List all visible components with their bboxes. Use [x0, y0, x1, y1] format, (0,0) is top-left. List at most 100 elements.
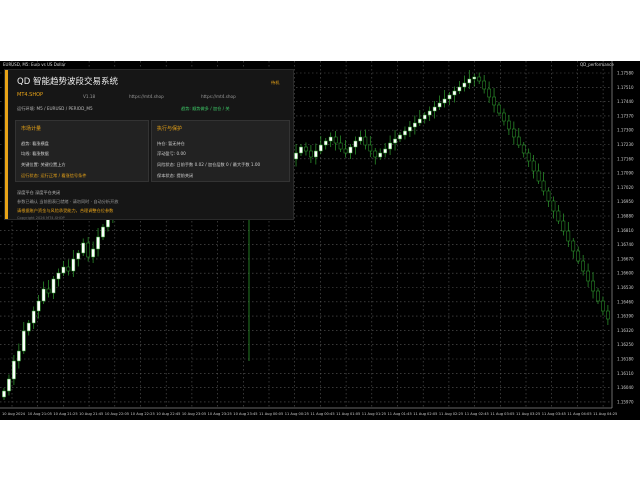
candle-body [17, 350, 21, 362]
candle-body [417, 118, 422, 124]
candle-body [363, 136, 368, 146]
candle-body [31, 310, 36, 324]
accent-bar [5, 70, 8, 219]
risk-warning: 请根据账户资金与风险承受能力，合理调整仓位参数 [17, 208, 114, 213]
price-label: 1.16460 [617, 299, 634, 304]
market-card-header: 市场计量 [21, 126, 42, 132]
dashboard-title: QD 智能趋势波段交易系统 [17, 77, 118, 87]
candle-body [101, 226, 105, 238]
candle-body [81, 242, 86, 254]
candle-body [86, 242, 91, 258]
candle-body [422, 114, 427, 120]
candle-body [398, 134, 402, 140]
price-label: 1.16950 [617, 199, 634, 204]
candle-body [7, 378, 11, 392]
website-link-secondary[interactable]: https://mt4.shop [201, 93, 236, 100]
candle-body [571, 240, 576, 252]
candle-body [576, 250, 581, 262]
candle-body [299, 146, 303, 154]
time-label: 10 Aug 22:05 [105, 412, 129, 416]
candle-body [512, 128, 516, 138]
price-label: 1.17370 [617, 113, 634, 118]
candle-body [96, 236, 100, 250]
time-label: 10 Aug 23:25 [208, 412, 232, 416]
candle-body [388, 142, 392, 150]
candle-body [487, 88, 491, 98]
candle-body [66, 266, 71, 272]
version-label: V1.18 [83, 94, 96, 99]
price-label: 1.16180 [617, 357, 634, 362]
candle-body [51, 278, 56, 294]
candle-body [432, 106, 437, 112]
candle-body [502, 112, 506, 122]
candle-body [556, 210, 561, 222]
candle-body [507, 120, 511, 130]
market-run-state: 运行状态: 运行正常 / 看涨信号条件 [21, 173, 87, 178]
candle-body [477, 76, 482, 82]
chart-window[interactable]: 1.17580 1.17510 1.17440 1.17370 1.17300 1.172… [0, 61, 640, 420]
candle-body [338, 142, 343, 150]
price-label: 1.16530 [617, 285, 634, 290]
candle-body [309, 150, 313, 158]
candle-body [323, 140, 328, 146]
market-trend: 趋势: 看涨横盘 [21, 141, 49, 146]
time-label: 11 Aug 00:05 [259, 412, 283, 416]
chart-title: EURUSD, M5: Euro vs US Dollar [3, 62, 66, 67]
price-label: 1.17230 [617, 142, 634, 147]
candle-body [591, 280, 595, 292]
candle-body [521, 144, 526, 154]
candle-body [442, 98, 447, 104]
time-label: 10 Aug 21:05 [28, 412, 52, 416]
candle-body [378, 152, 383, 158]
candle-body [408, 126, 412, 132]
deep-close-status: 深度平仓 深度平仓关闭 [17, 190, 61, 195]
status-badge: 待机 [271, 80, 280, 85]
ea-dashboard-panel: QD 智能趋势波段交易系统 待机 MT4.SHOP V1.18 https://… [4, 69, 294, 220]
price-label: 1.15970 [617, 399, 634, 404]
price-label: 1.16390 [617, 314, 634, 319]
candle-body [304, 146, 308, 152]
time-label: 11 Aug 00:25 [285, 412, 309, 416]
price-label: 1.16250 [617, 342, 634, 347]
candle-body [358, 136, 363, 142]
price-label: 1.16810 [617, 228, 634, 233]
candle-body [566, 230, 571, 242]
time-label: 10 Aug 23:45 [233, 412, 257, 416]
execution-card: 执行与保护 持仓: 暂无持仓 浮动盈亏: 0.00 风险状态: 日前手数 0.0… [151, 120, 290, 182]
price-label: 1.16320 [617, 328, 634, 333]
candle-body [76, 252, 81, 260]
candle-body [403, 130, 407, 136]
candle-body [343, 148, 348, 154]
time-label: 11 Aug 03:05 [490, 412, 514, 416]
risk-status: 风险状态: 日前手数 0.02 / 加仓层数 0 / 最大手数 1.00 [157, 162, 261, 167]
floating-pnl: 浮动盈亏: 0.00 [157, 151, 186, 156]
time-label: 11 Aug 02:25 [439, 412, 463, 416]
candle-body [606, 310, 610, 320]
time-label: 10 Aug 2024 [2, 412, 26, 416]
candle-body [2, 390, 6, 398]
position-status: 持仓: 暂无持仓 [157, 141, 185, 146]
candle-body [437, 102, 442, 108]
time-label: 11 Aug 02:05 [413, 412, 437, 416]
price-label: 1.17020 [617, 185, 634, 190]
candle-body [447, 94, 452, 100]
website-link[interactable]: https://mt4.shop [129, 93, 164, 100]
candle-body [601, 300, 605, 312]
mode-status: 趋势: 顺势做多 / 加仓 / 关 [181, 106, 230, 111]
time-label: 11 Aug 01:25 [362, 412, 386, 416]
candle-body [516, 136, 521, 146]
execution-card-header: 执行与保护 [157, 126, 183, 132]
candle-body [46, 288, 51, 294]
indicator-label: QD_performance [580, 62, 614, 67]
candle-body [294, 152, 298, 160]
candle-body [318, 144, 323, 152]
candle-body [56, 272, 61, 280]
candle-body [333, 136, 338, 144]
candle-body [581, 260, 585, 272]
candle-body [71, 258, 76, 272]
time-label: 11 Aug 04:25 [593, 412, 617, 416]
candle-body [36, 300, 41, 312]
candle-body [457, 86, 462, 92]
market-card: 市场计量 趋势: 看涨横盘 均线: 看涨数据 关键位置: 关键位置上方 运行状态… [15, 120, 149, 182]
candle-body [526, 152, 531, 162]
